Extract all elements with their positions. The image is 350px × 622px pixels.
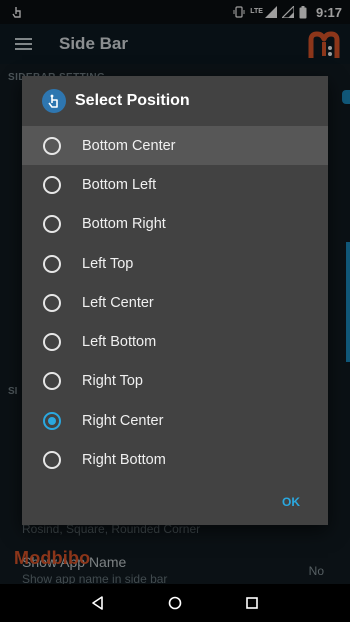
option-label: Left Bottom (82, 334, 157, 351)
system-nav-bar (0, 584, 350, 622)
option-right-top[interactable]: Right Top (22, 362, 328, 401)
option-label: Left Center (82, 294, 154, 311)
select-position-dialog: Select Position Bottom Center Bottom Lef… (22, 76, 328, 525)
radio-button-checked[interactable] (43, 411, 61, 430)
ok-button[interactable]: OK (282, 495, 300, 509)
dialog-title: Select Position (75, 92, 190, 109)
option-label: Right Center (82, 412, 164, 429)
back-icon[interactable] (88, 593, 108, 613)
option-label: Bottom Left (82, 176, 157, 193)
radio-button[interactable] (43, 175, 61, 194)
radio-button[interactable] (43, 136, 61, 155)
option-label: Bottom Right (82, 216, 166, 233)
radio-button[interactable] (43, 333, 61, 352)
option-label: Right Bottom (82, 452, 166, 469)
option-bottom-left[interactable]: Bottom Left (22, 165, 328, 204)
option-right-bottom[interactable]: Right Bottom (22, 440, 328, 479)
option-bottom-right[interactable]: Bottom Right (22, 205, 328, 244)
touch-hand-icon (42, 89, 66, 113)
option-label: Left Top (82, 255, 134, 272)
option-left-center[interactable]: Left Center (22, 283, 328, 322)
radio-button[interactable] (43, 254, 61, 273)
radio-button[interactable] (43, 372, 61, 391)
option-left-top[interactable]: Left Top (22, 244, 328, 283)
option-label: Right Top (82, 373, 143, 390)
recents-icon[interactable] (242, 593, 262, 613)
option-label: Bottom Center (82, 137, 176, 154)
dialog-header: Select Position (22, 76, 328, 126)
option-right-center[interactable]: Right Center (22, 401, 328, 440)
radio-button[interactable] (43, 293, 61, 312)
home-icon[interactable] (165, 593, 185, 613)
option-bottom-center[interactable]: Bottom Center (22, 126, 328, 166)
radio-button[interactable] (43, 451, 61, 470)
option-left-bottom[interactable]: Left Bottom (22, 322, 328, 361)
radio-button[interactable] (43, 215, 61, 234)
